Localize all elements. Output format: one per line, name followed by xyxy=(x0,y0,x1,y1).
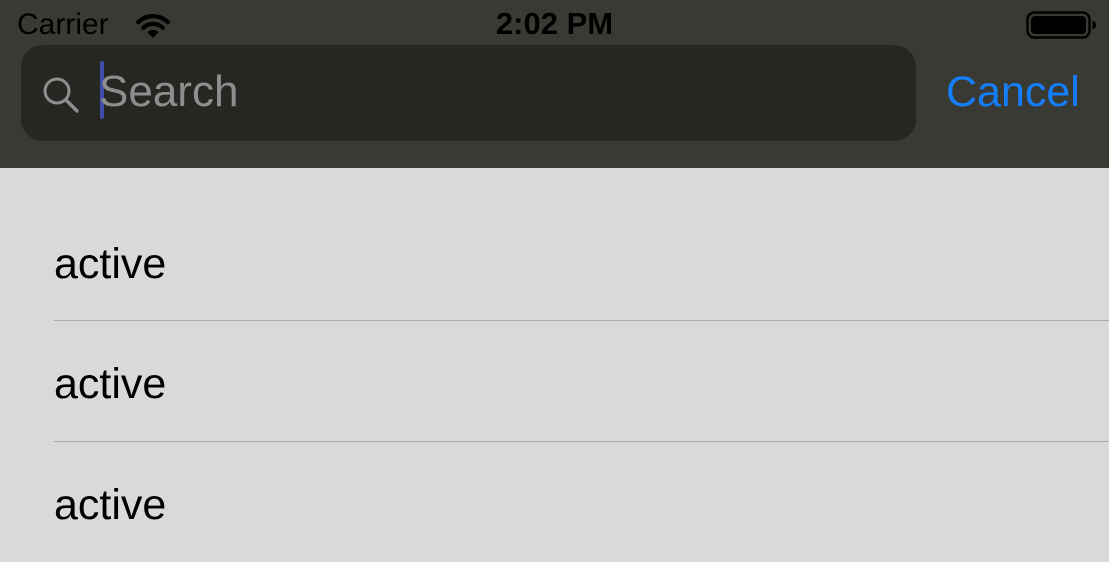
status-bar: Carrier 2:02 PM xyxy=(0,0,1109,44)
search-results-list: active active active xyxy=(0,168,1109,550)
search-icon xyxy=(41,75,81,115)
carrier-label: Carrier xyxy=(17,8,109,41)
list-item[interactable]: active xyxy=(0,321,1109,441)
search-header: Carrier 2:02 PM Cancel xyxy=(0,0,1109,168)
search-field[interactable] xyxy=(21,45,916,141)
list-item-label: active xyxy=(54,240,167,288)
list-item-label: active xyxy=(54,481,167,529)
list-item-label: active xyxy=(54,360,167,408)
battery-icon xyxy=(1026,10,1098,40)
cancel-button[interactable]: Cancel xyxy=(946,64,1091,120)
list-item[interactable]: active xyxy=(0,168,1109,288)
search-input[interactable] xyxy=(99,63,889,121)
list-item[interactable]: active xyxy=(0,442,1109,562)
wifi-icon xyxy=(134,10,172,40)
